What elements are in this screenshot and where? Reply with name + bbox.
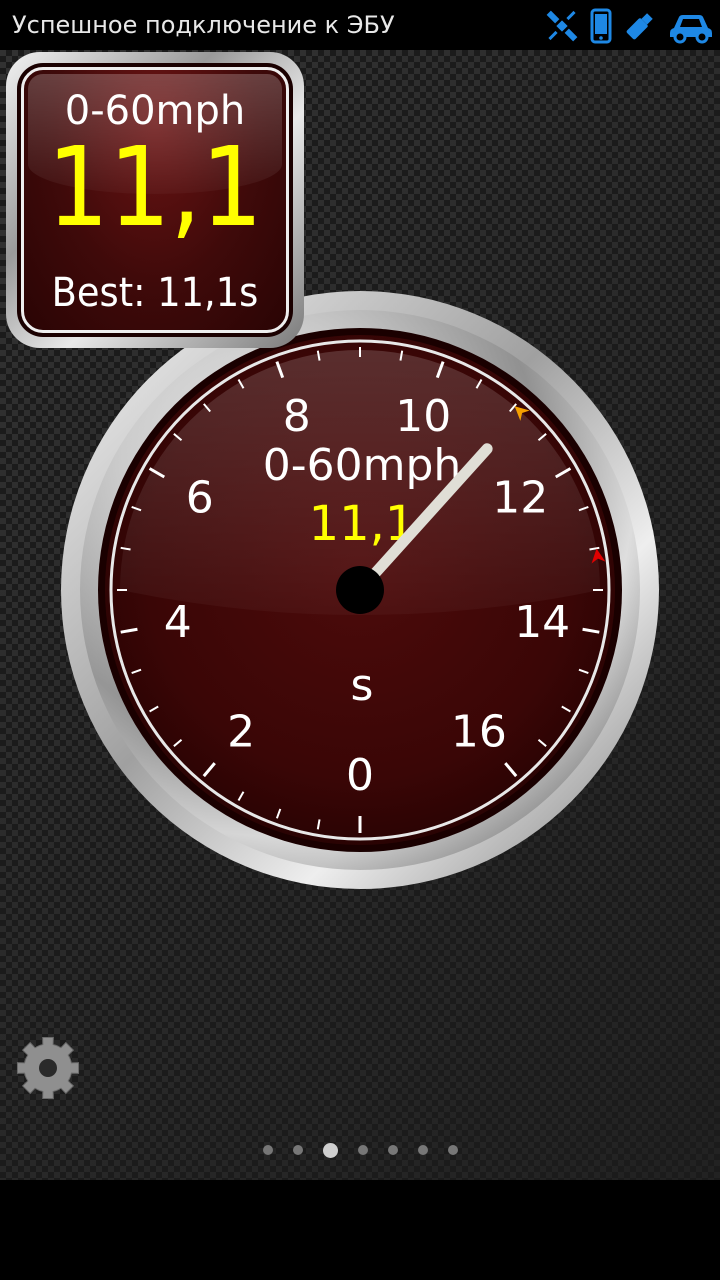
page-dot[interactable] <box>387 1145 398 1155</box>
page-indicator <box>0 1142 720 1158</box>
gauge-scale-label: 8 <box>283 391 311 442</box>
settings-button[interactable] <box>14 1034 82 1102</box>
gauge-unit: s <box>351 660 374 711</box>
usb-dongle-icon <box>626 13 653 40</box>
gauge-scale-label: 10 <box>395 391 451 442</box>
gauge-scale-label: 14 <box>514 597 570 648</box>
gauge-hub <box>336 566 384 614</box>
page-dot[interactable] <box>357 1145 368 1155</box>
widget-best-time: Best: 11,1s <box>51 270 259 316</box>
gauge-scale-label: 4 <box>164 597 192 648</box>
gauge-scale-label: 12 <box>492 473 548 524</box>
page-dot[interactable] <box>447 1145 458 1155</box>
page-dot[interactable] <box>262 1145 273 1155</box>
status-bar: Успешное подключение к ЭБУ <box>0 0 720 50</box>
phone-icon <box>590 8 612 44</box>
status-icons <box>544 6 714 46</box>
gauge-scale-label: 2 <box>227 707 255 758</box>
navigation-bar <box>0 1180 720 1280</box>
gauge-scale-label: 6 <box>186 473 214 524</box>
gauge-scale-label: 16 <box>451 707 507 758</box>
gauge-scale-label: 0 <box>346 750 374 801</box>
page-dot[interactable] <box>417 1145 428 1155</box>
connection-status-text: Успешное подключение к ЭБУ <box>12 11 395 39</box>
zero-to-sixty-gauge: 0 2 4 6 8 10 12 14 16 0-60mph 11,1 s <box>60 290 660 890</box>
gauge-title: 0-60mph <box>263 440 462 491</box>
widget-value: 11,1 <box>47 123 263 251</box>
car-icon <box>670 15 712 44</box>
page-dot[interactable] <box>292 1145 303 1155</box>
satellite-icon <box>546 10 578 42</box>
gear-icon <box>16 1036 80 1100</box>
page-dot-active[interactable] <box>322 1142 338 1158</box>
zero-to-sixty-widget[interactable]: 0-60mph 11,1 Best: 11,1s <box>6 52 304 348</box>
